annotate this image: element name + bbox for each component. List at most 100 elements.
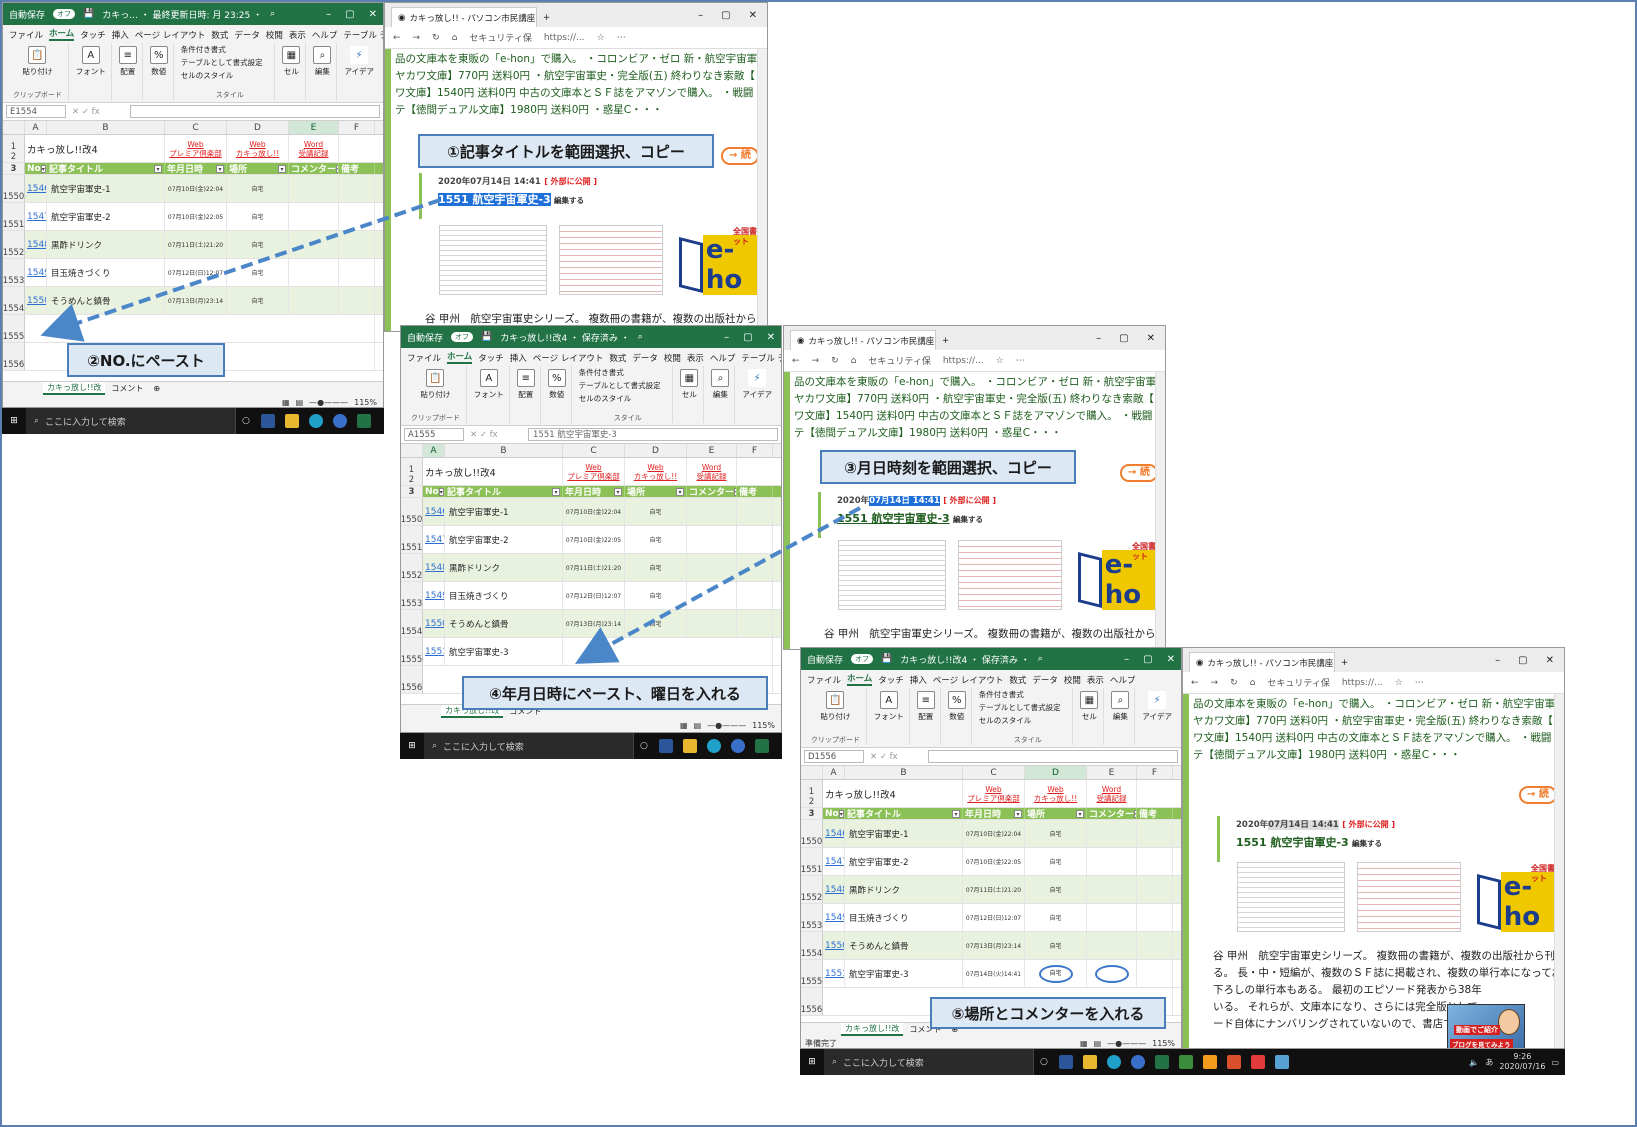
note-cell[interactable]	[737, 610, 773, 637]
header-no[interactable]: No ▾	[423, 486, 445, 497]
title-cell[interactable]: 目玉焼きづくり	[47, 259, 165, 286]
title-cell[interactable]: 航空宇宙軍史-1	[47, 175, 165, 202]
header-commenter[interactable]: コメンター▾	[289, 163, 339, 174]
name-box[interactable]: E1554	[6, 105, 66, 118]
forward-icon[interactable]: →	[1211, 678, 1219, 688]
note-cell[interactable]	[1137, 876, 1173, 903]
col-c[interactable]: C	[963, 766, 1025, 779]
taskbar-search[interactable]: ⌕ ここに入力して検索	[424, 733, 634, 759]
link-cell[interactable]: Word 受講記録	[289, 135, 339, 162]
place-cell[interactable]: 自宅	[1025, 904, 1087, 931]
maximize-icon[interactable]: ▢	[345, 9, 354, 20]
place-cell[interactable]: 自宅	[625, 554, 687, 581]
commenter-cell[interactable]	[687, 610, 737, 637]
paste-icon[interactable]: 📋	[826, 691, 845, 709]
row-number[interactable]: 1555	[801, 960, 823, 987]
date-cell[interactable]: 07月11日(土)21:20	[963, 876, 1025, 903]
close-icon[interactable]: ✕	[1167, 654, 1175, 665]
col-b[interactable]: B	[47, 121, 165, 134]
title-cell[interactable]: 航空宇宙軍史-1	[445, 498, 563, 525]
notification-icon[interactable]: ▭	[1551, 1058, 1559, 1067]
tab-page-layout[interactable]: ページ レイアウト	[135, 29, 206, 41]
zoom-level[interactable]: 115%	[752, 721, 775, 730]
header-no[interactable]: No ▾	[25, 163, 47, 174]
note-cell[interactable]	[339, 231, 375, 258]
no-link[interactable]: 1547	[825, 857, 844, 867]
tab-home[interactable]: ホーム	[447, 350, 473, 364]
header-title[interactable]: 記事タイトル ▾	[47, 163, 165, 174]
no-cell[interactable]: 1546	[25, 175, 47, 202]
tab-page-layout[interactable]: ページ レイアウト	[533, 352, 604, 364]
commenter-cell[interactable]	[1087, 960, 1137, 987]
place-cell[interactable]: 自宅	[625, 582, 687, 609]
edge-icon[interactable]	[308, 414, 323, 428]
commenter-cell[interactable]	[289, 259, 339, 286]
save-icon[interactable]: 💾	[881, 654, 892, 664]
cond-format-button[interactable]: 条件付き書式	[579, 366, 624, 379]
home-icon[interactable]: ⌂	[851, 356, 857, 366]
date-cell[interactable]: 07月11日(土)21:20	[165, 231, 227, 258]
tab-table-design[interactable]: テーブル デザイン	[741, 352, 781, 364]
minimize-icon[interactable]: –	[724, 332, 729, 343]
ehon-logo[interactable]: e-ho 全国書店ネット	[679, 227, 767, 295]
no-link[interactable]: 1550	[825, 941, 844, 951]
view-normal-icon[interactable]: ▦	[1080, 1039, 1088, 1048]
new-tab-icon[interactable]: +	[1335, 658, 1354, 672]
search-icon[interactable]: ⌕	[270, 9, 275, 19]
header-title[interactable]: 記事タイトル ▾	[845, 808, 963, 819]
find-icon[interactable]: ⌕	[711, 369, 730, 387]
note-cell[interactable]	[339, 287, 375, 314]
row-number[interactable]: 1555	[401, 638, 423, 665]
maximize-icon[interactable]: ▢	[743, 332, 752, 343]
note-cell[interactable]	[1137, 820, 1173, 847]
security-label[interactable]: セキュリティ保	[1267, 676, 1329, 689]
row-number[interactable]: 1554	[401, 610, 423, 637]
row-number[interactable]: 1556	[801, 988, 823, 1015]
security-label[interactable]: セキュリティ保	[868, 354, 930, 367]
font-icon[interactable]: A	[81, 46, 100, 64]
back-icon[interactable]: ←	[1191, 678, 1199, 688]
cell-style-button[interactable]: セルのスタイル	[979, 714, 1032, 727]
commenter-cell[interactable]	[1087, 876, 1137, 903]
header-note[interactable]: 備考	[339, 163, 375, 174]
link-word-record[interactable]: Word 受講記録	[1087, 785, 1136, 803]
no-link[interactable]: 1548	[27, 240, 46, 250]
place-cell[interactable]: 自宅	[1025, 848, 1087, 875]
no-cell[interactable]: 1547	[25, 203, 47, 230]
row-number[interactable]: 1552	[401, 554, 423, 581]
tab-help[interactable]: ヘルプ	[710, 352, 736, 364]
tab-file[interactable]: ファイル	[9, 29, 43, 41]
save-icon[interactable]: 💾	[481, 332, 492, 342]
commenter-cell[interactable]	[687, 498, 737, 525]
cortana-icon[interactable]: ○	[1040, 1057, 1048, 1067]
tab-formulas[interactable]: 数式	[609, 352, 626, 364]
place-cell[interactable]: 自宅	[1025, 960, 1087, 987]
view-layout-icon[interactable]: ▤	[694, 721, 702, 730]
col-b[interactable]: B	[445, 444, 563, 457]
col-f[interactable]: F	[737, 444, 773, 457]
title-cell[interactable]: 黒酢ドリンク	[845, 876, 963, 903]
tab-touch[interactable]: タッチ	[80, 29, 106, 41]
no-cell[interactable]: 1549	[25, 259, 47, 286]
no-cell[interactable]: 1551	[423, 638, 445, 665]
col-c[interactable]: C	[563, 444, 625, 457]
no-cell[interactable]: 1548	[823, 876, 845, 903]
cells-icon[interactable]: ▦	[680, 369, 699, 387]
menu-icon[interactable]: ⋯	[617, 33, 626, 43]
sheet-tab-comment[interactable]: コメント	[107, 383, 147, 394]
title-cell[interactable]: 目玉焼きづくり	[445, 582, 563, 609]
tab-review[interactable]: 校閲	[1064, 674, 1081, 686]
tab-data[interactable]: データ	[234, 29, 260, 41]
close-icon[interactable]: ✕	[1147, 333, 1155, 344]
cortana-icon[interactable]: ○	[640, 741, 648, 751]
home-icon[interactable]: ⌂	[452, 33, 458, 43]
place-cell[interactable]: 自宅	[625, 498, 687, 525]
favorite-icon[interactable]: ☆	[996, 356, 1004, 366]
autosave-toggle[interactable]: オフ	[451, 332, 474, 342]
paste-icon[interactable]: 📋	[426, 369, 445, 387]
commenter-cell[interactable]	[687, 582, 737, 609]
tab-data[interactable]: データ	[1032, 674, 1058, 686]
post-date-selected[interactable]: 07月14日 14:41	[869, 496, 940, 506]
zoom-slider[interactable]: —●———	[309, 398, 348, 407]
place-cell[interactable]: 自宅	[625, 526, 687, 553]
